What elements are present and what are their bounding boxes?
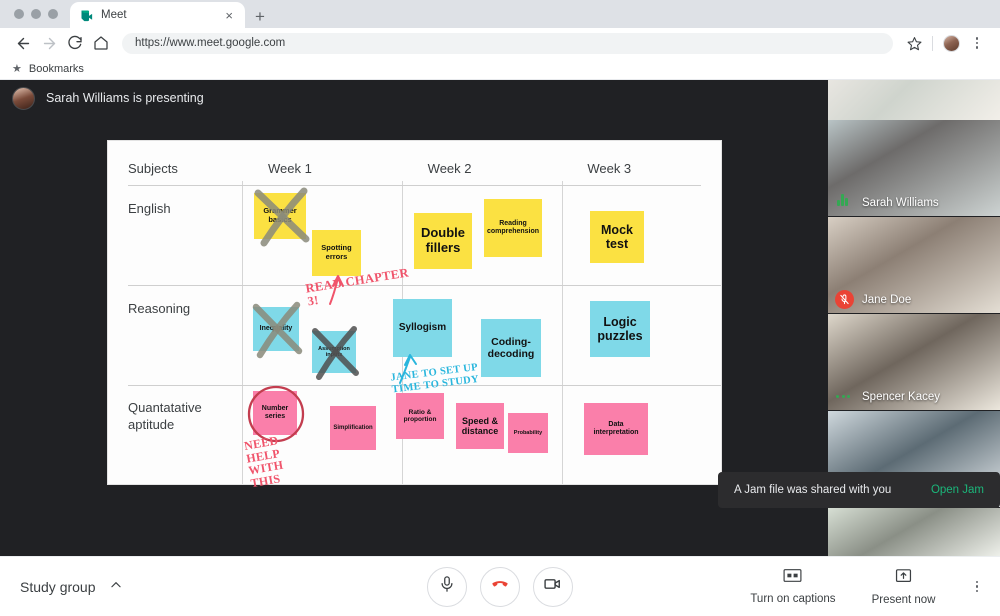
activity-indicator — [835, 387, 854, 406]
present-screen-icon — [895, 568, 912, 589]
participant-tile-spencer-kacey[interactable]: Spencer Kacey — [828, 314, 1000, 410]
sticky-note-number-series[interactable]: Number series — [253, 391, 297, 435]
jam-col-header-week1: Week 1 — [242, 141, 402, 185]
grid-vline-1 — [242, 181, 243, 484]
forward-arrow-icon — [36, 30, 62, 56]
jam-shared-toast: A Jam file was shared with you Open Jam — [718, 472, 1000, 508]
sticky-note-inequality[interactable]: Inequality — [253, 307, 299, 351]
present-label: Present now — [872, 594, 936, 606]
tab-strip: Meet × + — [0, 0, 1000, 28]
meet-right-controls: Turn on captions Present now — [750, 568, 982, 606]
meeting-name-button[interactable]: Study group — [20, 578, 123, 595]
sticky-note-mock-test[interactable]: Mock test — [590, 211, 644, 263]
camera-toggle-button[interactable] — [533, 567, 573, 607]
more-options-button[interactable] — [972, 581, 983, 593]
close-tab-icon[interactable]: × — [222, 7, 236, 24]
tab-title: Meet — [101, 9, 222, 21]
sticky-note-spotting-errors[interactable]: Spotting errors — [312, 230, 361, 276]
bookmark-star-icon[interactable] — [901, 30, 927, 56]
sticky-note-coding-decoding[interactable]: Coding-decoding — [481, 319, 541, 377]
browser-window: Meet × + https://www.meet.google.com — [0, 0, 1000, 616]
sticky-note-double-fillers[interactable]: Double fillers — [414, 213, 472, 269]
sticky-note-syllogism[interactable]: Syllogism — [393, 299, 452, 357]
sticky-note-speed-distance[interactable]: Speed & distance — [456, 403, 504, 449]
sticky-note-simplification[interactable]: Simplification — [330, 406, 376, 450]
reload-icon[interactable] — [62, 30, 88, 56]
participant-tile-partial-top[interactable] — [828, 80, 1000, 120]
microphone-icon — [438, 575, 456, 598]
grid-vline-3 — [562, 181, 563, 484]
closed-captions-icon — [783, 568, 802, 588]
presenting-banner: Sarah Williams is presenting — [0, 80, 204, 116]
jam-row-label-reasoning: Reasoning — [108, 285, 242, 385]
hangup-button[interactable] — [480, 567, 520, 607]
captions-label: Turn on captions — [750, 593, 835, 605]
open-jam-link[interactable]: Open Jam — [931, 484, 984, 496]
participant-name: Jane Doe — [862, 294, 911, 306]
mic-off-icon — [835, 290, 854, 309]
jam-col-header-week2: Week 2 — [402, 141, 562, 185]
participant-tile-jane-doe[interactable]: Jane Doe — [828, 217, 1000, 313]
mic-toggle-button[interactable] — [427, 567, 467, 607]
chevron-up-icon[interactable] — [109, 578, 123, 595]
more-vertical-icon — [976, 581, 979, 593]
jam-corner-header: Subjects — [108, 141, 242, 185]
presenting-text: Sarah Williams is presenting — [46, 91, 204, 105]
hangup-phone-icon — [490, 574, 510, 599]
bookmarks-label[interactable]: Bookmarks — [29, 63, 84, 75]
captions-button[interactable]: Turn on captions — [750, 568, 835, 605]
back-arrow-icon[interactable] — [10, 30, 36, 56]
sticky-note-grammer-basics[interactable]: Grammer basics — [254, 193, 306, 239]
home-icon[interactable] — [88, 30, 114, 56]
toolbar-divider — [932, 36, 933, 51]
participant-tile-partial-bottom[interactable] — [828, 508, 1000, 556]
meet-logo-icon — [79, 8, 94, 23]
sticky-note-ratio-proportion[interactable]: Ratio & proportion — [396, 393, 444, 439]
new-tab-button[interactable]: + — [255, 8, 265, 28]
video-camera-icon — [543, 574, 563, 599]
grid-hline-1 — [128, 285, 721, 286]
grid-hline-header — [128, 185, 701, 186]
browser-toolbar: https://www.meet.google.com — [0, 28, 1000, 58]
sticky-note-data-interpretation[interactable]: Data interpretation — [584, 403, 648, 455]
jam-col-header-week3: Week 3 — [561, 141, 721, 185]
url-text: https://www.meet.google.com — [135, 37, 285, 49]
presenter-avatar — [12, 87, 35, 110]
jam-row-label-quant: Quantatative aptitude — [108, 384, 242, 484]
jam-row-label-english: English — [108, 185, 242, 285]
participant-tile-sarah-williams[interactable]: Sarah Williams — [828, 120, 1000, 216]
meeting-name-label: Study group — [20, 579, 96, 595]
tab-meet[interactable]: Meet × — [70, 2, 245, 28]
toast-message: A Jam file was shared with you — [734, 484, 891, 496]
jamboard-shared-screen[interactable]: Subjects Week 1 Week 2 Week 3 English — [107, 140, 722, 485]
bookmarks-star-icon: ★ — [12, 62, 22, 75]
bookmarks-bar: ★ Bookmarks — [0, 58, 1000, 80]
minimize-window-dot[interactable] — [31, 9, 41, 19]
close-window-dot[interactable] — [14, 9, 24, 19]
sticky-note-logic-puzzles[interactable]: Logic puzzles — [590, 301, 650, 357]
mute-indicator — [835, 290, 854, 309]
call-controls — [427, 567, 573, 607]
meet-stage: Sarah Williams is presenting Subjects We… — [0, 80, 1000, 556]
sticky-note-reading-comprehension[interactable]: Reading comprehension — [484, 199, 542, 257]
more-vertical-icon[interactable] — [964, 30, 990, 56]
window-controls[interactable] — [0, 9, 70, 28]
participant-name: Spencer Kacey — [862, 391, 940, 403]
participant-name: Sarah Williams — [862, 197, 939, 209]
sticky-note-assumption-inputs[interactable]: Assumption inputs — [312, 331, 356, 373]
speaking-indicator — [835, 193, 854, 212]
sticky-note-probability[interactable]: Probability — [508, 413, 548, 453]
present-now-button[interactable]: Present now — [872, 568, 936, 606]
meet-control-bar: Study group — [0, 556, 1000, 616]
grid-hline-2 — [128, 385, 721, 386]
address-bar[interactable]: https://www.meet.google.com — [122, 33, 893, 54]
profile-avatar[interactable] — [938, 30, 964, 56]
maximize-window-dot[interactable] — [48, 9, 58, 19]
subjects-header: Subjects — [108, 141, 242, 176]
